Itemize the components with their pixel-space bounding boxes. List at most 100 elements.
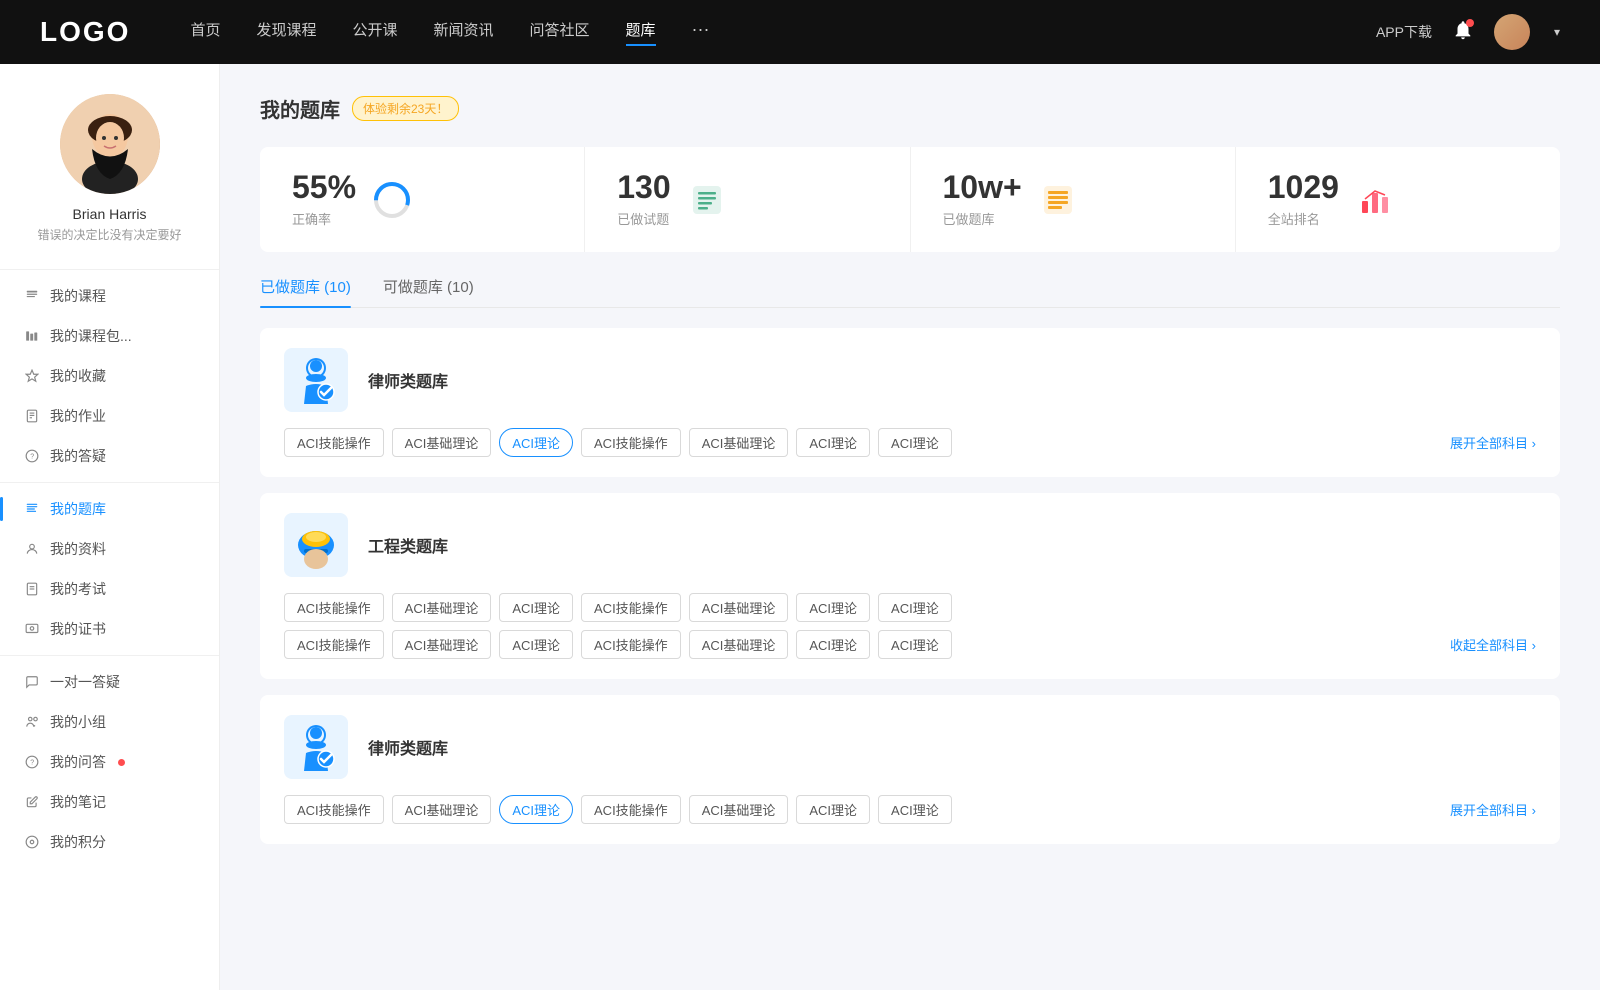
qbank-card-lawyer-2: 律师类题库 ACI技能操作 ACI基础理论 ACI理论 ACI技能操作 ACI基… — [260, 695, 1560, 844]
nav-home[interactable]: 首页 — [190, 19, 220, 46]
sidebar-item-points[interactable]: 我的积分 — [0, 822, 219, 862]
stat-label-done: 已做试题 — [617, 209, 670, 228]
nav-more[interactable]: ··· — [692, 19, 710, 46]
tag-6[interactable]: ACI理论 — [878, 428, 952, 457]
lawyer-icon-2 — [292, 721, 340, 773]
sidebar-item-group[interactable]: 我的小组 — [0, 702, 219, 742]
stat-info-banks: 10w+ 已做题库 — [943, 171, 1022, 228]
stat-value-done: 130 — [617, 171, 670, 203]
qbank-header-lawyer-1: 律师类题库 — [284, 348, 1536, 412]
done-banks-icon — [1041, 183, 1075, 217]
sidebar-item-profile[interactable]: 我的资料 — [0, 529, 219, 569]
sidebar-label-homework: 我的作业 — [50, 406, 106, 426]
sidebar-item-my-qa[interactable]: ? 我的问答 — [0, 742, 219, 782]
sidebar-item-course-package[interactable]: 我的课程包... — [0, 316, 219, 356]
sidebar-item-qbank[interactable]: 我的题库 — [0, 489, 219, 529]
my-qa-icon: ? — [24, 754, 40, 770]
tag-1[interactable]: ACI基础理论 — [392, 428, 492, 457]
user-avatar[interactable] — [1494, 14, 1530, 50]
eng-tag-r1-6[interactable]: ACI理论 — [878, 593, 952, 622]
trial-badge: 体验剩余23天！ — [352, 96, 459, 121]
nav-qbank[interactable]: 题库 — [626, 19, 656, 46]
sidebar-motto: 错误的决定比没有决定要好 — [21, 226, 197, 243]
eng-tag-r2-0[interactable]: ACI技能操作 — [284, 630, 384, 659]
eng-tag-r1-5[interactable]: ACI理论 — [796, 593, 870, 622]
sidebar-label-qbank: 我的题库 — [50, 499, 106, 519]
nav-discover[interactable]: 发现课程 — [256, 19, 316, 46]
tag-5[interactable]: ACI理论 — [796, 428, 870, 457]
stat-value-correct: 55% — [292, 171, 356, 203]
star-icon — [24, 368, 40, 384]
l2-tag-0[interactable]: ACI技能操作 — [284, 795, 384, 824]
eng-tag-r1-2[interactable]: ACI理论 — [499, 593, 573, 622]
svg-text:?: ? — [30, 759, 34, 766]
lawyer-icon — [292, 354, 340, 406]
sidebar-label-my-courses: 我的课程 — [50, 286, 106, 306]
tag-2[interactable]: ACI理论 — [499, 428, 573, 457]
sidebar-item-certificate[interactable]: 我的证书 — [0, 609, 219, 649]
eng-tag-r2-2[interactable]: ACI理论 — [499, 630, 573, 659]
notification-dot — [1466, 19, 1474, 27]
l2-tag-4[interactable]: ACI基础理论 — [689, 795, 789, 824]
eng-tag-r2-5[interactable]: ACI理论 — [796, 630, 870, 659]
qbank-icon-lawyer-2 — [284, 715, 348, 779]
sidebar-label-1on1: 一对一答疑 — [50, 672, 120, 692]
nav-opencourse[interactable]: 公开课 — [352, 19, 397, 46]
nav-news[interactable]: 新闻资讯 — [434, 19, 494, 46]
tab-todo[interactable]: 可做题库 (10) — [383, 276, 474, 307]
qbank-header-lawyer-2: 律师类题库 — [284, 715, 1536, 779]
stat-correct-rate: 55% 正确率 — [260, 147, 585, 252]
sidebar-item-homework[interactable]: 我的作业 — [0, 396, 219, 436]
eng-tag-r2-6[interactable]: ACI理论 — [878, 630, 952, 659]
expand-link-engineer[interactable]: 收起全部科目 › — [1450, 635, 1536, 654]
sidebar-item-notes[interactable]: 我的笔记 — [0, 782, 219, 822]
eng-tag-r2-1[interactable]: ACI基础理论 — [392, 630, 492, 659]
stat-label-correct: 正确率 — [292, 209, 356, 228]
sidebar-label-certificate: 我的证书 — [50, 619, 106, 639]
svg-text:?: ? — [30, 453, 34, 460]
sidebar-label-qa: 我的答疑 — [50, 446, 106, 466]
sidebar-label-favorites: 我的收藏 — [50, 366, 106, 386]
tag-4[interactable]: ACI基础理论 — [689, 428, 789, 457]
sidebar-menu: 我的课程 我的课程包... 我的收藏 我的作业 — [0, 276, 219, 862]
eng-tag-r1-3[interactable]: ACI技能操作 — [581, 593, 681, 622]
expand-link-lawyer-1[interactable]: 展开全部科目 › — [1450, 433, 1536, 452]
expand-link-lawyer-2[interactable]: 展开全部科目 › — [1450, 800, 1536, 819]
l2-tag-5[interactable]: ACI理论 — [796, 795, 870, 824]
eng-tag-r1-4[interactable]: ACI基础理论 — [689, 593, 789, 622]
pie-chart-icon — [372, 180, 412, 220]
notification-bell[interactable] — [1452, 19, 1474, 46]
qbank-tags-engineer-row2: ACI技能操作 ACI基础理论 ACI理论 ACI技能操作 ACI基础理论 AC… — [284, 630, 1536, 659]
eng-tag-r2-3[interactable]: ACI技能操作 — [581, 630, 681, 659]
eng-tag-r1-0[interactable]: ACI技能操作 — [284, 593, 384, 622]
app-download-button[interactable]: APP下载 — [1376, 22, 1432, 42]
tag-3[interactable]: ACI技能操作 — [581, 428, 681, 457]
qbank-tags-engineer-row1: ACI技能操作 ACI基础理论 ACI理论 ACI技能操作 ACI基础理论 AC… — [284, 593, 1536, 622]
stat-done-banks: 10w+ 已做题库 — [911, 147, 1236, 252]
qbank-card-engineer: 工程类题库 ACI技能操作 ACI基础理论 ACI理论 ACI技能操作 ACI基… — [260, 493, 1560, 679]
eng-tag-r2-4[interactable]: ACI基础理论 — [689, 630, 789, 659]
user-menu-chevron[interactable]: ▾ — [1554, 25, 1560, 39]
avatar — [60, 94, 160, 194]
eng-tag-r1-1[interactable]: ACI基础理论 — [392, 593, 492, 622]
sidebar-item-my-courses[interactable]: 我的课程 — [0, 276, 219, 316]
qbank-title-engineer: 工程类题库 — [368, 533, 448, 557]
l2-tag-6[interactable]: ACI理论 — [878, 795, 952, 824]
nav-qa[interactable]: 问答社区 — [530, 19, 590, 46]
sidebar-username: Brian Harris — [73, 206, 147, 222]
sidebar-item-1on1[interactable]: 一对一答疑 — [0, 662, 219, 702]
sidebar-label-exam: 我的考试 — [50, 579, 106, 599]
l2-tag-2[interactable]: ACI理论 — [499, 795, 573, 824]
l2-tag-3[interactable]: ACI技能操作 — [581, 795, 681, 824]
sidebar-label-notes: 我的笔记 — [50, 792, 106, 812]
tab-done[interactable]: 已做题库 (10) — [260, 276, 351, 307]
tag-0[interactable]: ACI技能操作 — [284, 428, 384, 457]
nav-right: APP下载 ▾ — [1376, 14, 1560, 50]
sidebar-label-course-package: 我的课程包... — [50, 326, 132, 346]
qa-notification-dot — [118, 759, 125, 766]
l2-tag-1[interactable]: ACI基础理论 — [392, 795, 492, 824]
sidebar-item-exam[interactable]: 我的考试 — [0, 569, 219, 609]
certificate-icon — [24, 621, 40, 637]
sidebar-item-qa[interactable]: ? 我的答疑 — [0, 436, 219, 476]
sidebar-item-favorites[interactable]: 我的收藏 — [0, 356, 219, 396]
